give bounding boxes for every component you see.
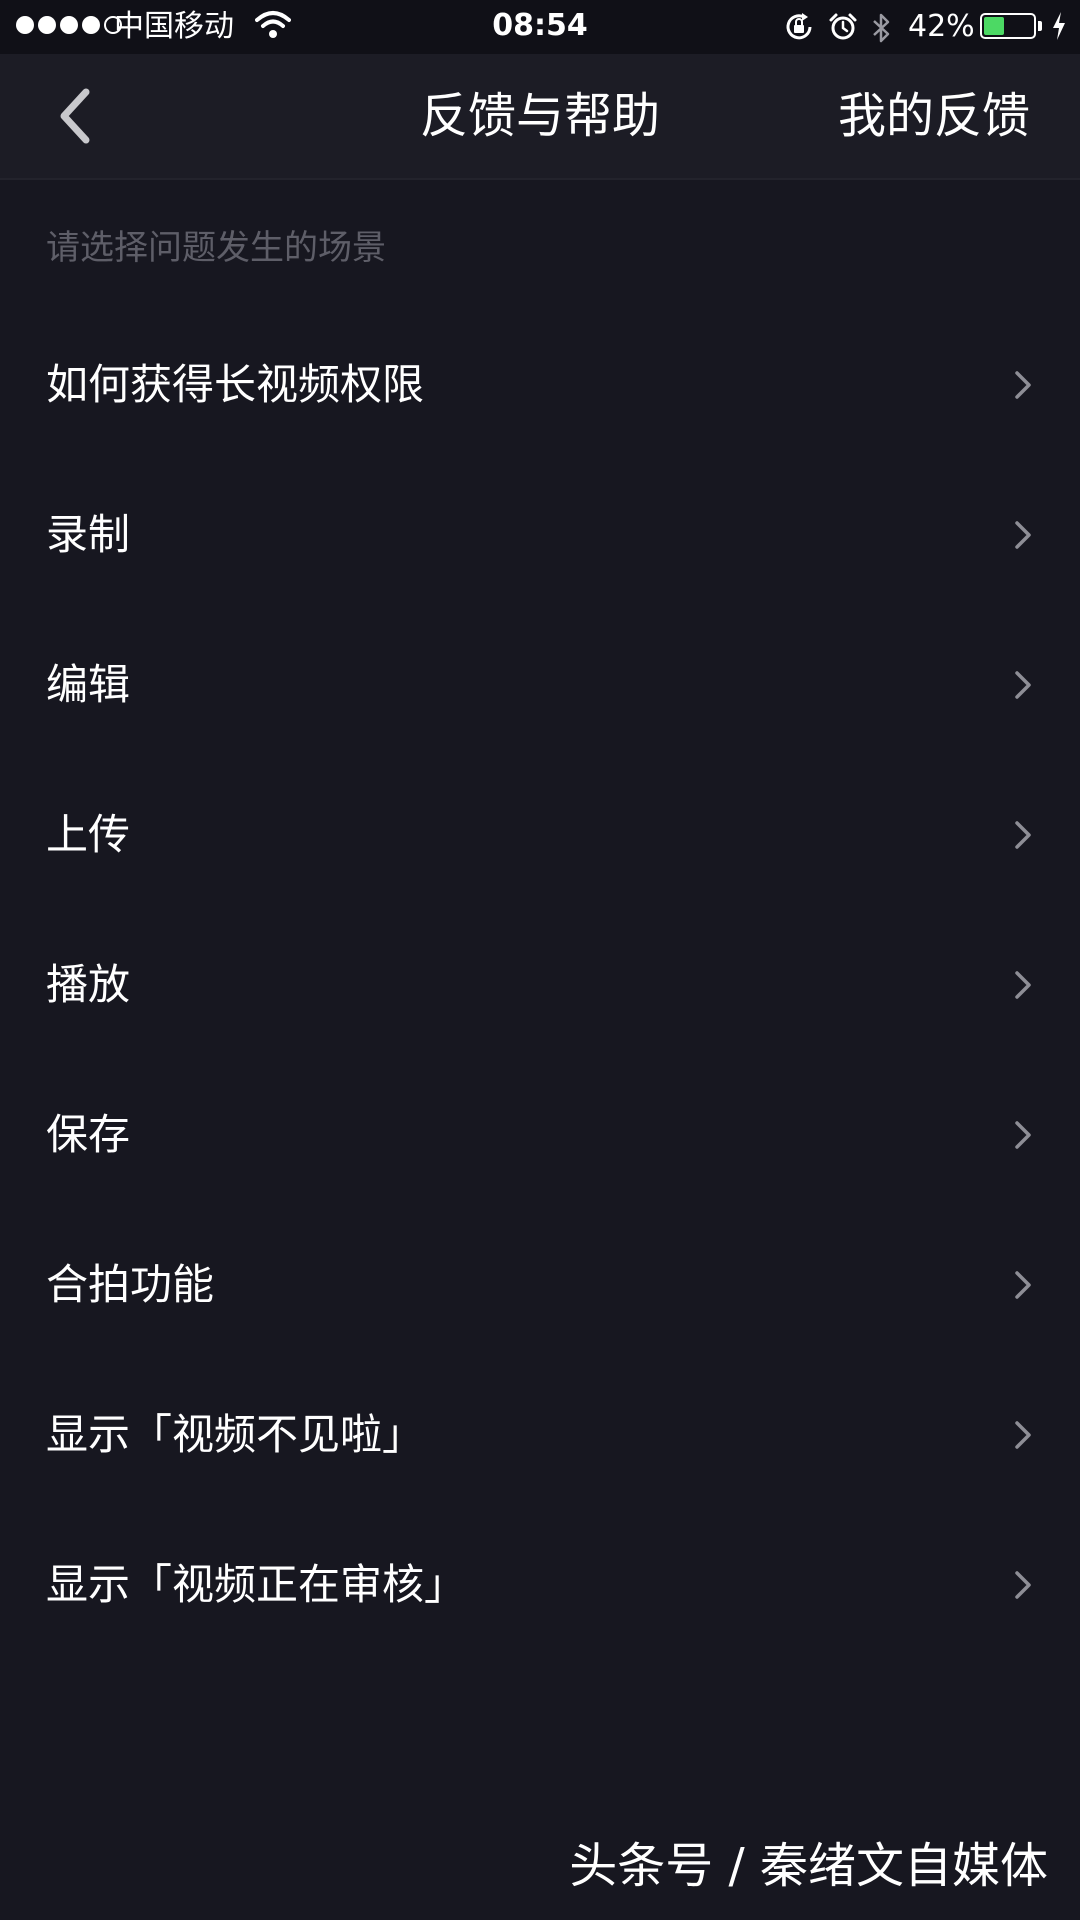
watermark: 头条号 / 秦绪文自媒体 [569, 1838, 1048, 1894]
list-item-label: 播放 [46, 960, 131, 1009]
alarm-icon [829, 13, 857, 40]
list-item-video-missing[interactable]: 显示「视频不见啦」 [0, 1360, 1080, 1510]
chevron-right-icon [1015, 821, 1031, 849]
list-item-upload[interactable]: 上传 [0, 760, 1080, 910]
list-item-record[interactable]: 录制 [0, 460, 1080, 610]
navigation-bar: 反馈与帮助 我的反馈 [0, 54, 1080, 180]
list-item-save[interactable]: 保存 [0, 1060, 1080, 1210]
list-item-label: 合拍功能 [46, 1260, 215, 1309]
section-hint: 请选择问题发生的场景 [46, 228, 386, 268]
list-item-label: 录制 [46, 510, 131, 559]
list-item-long-video-permission[interactable]: 如何获得长视频权限 [0, 310, 1080, 460]
my-feedback-button[interactable]: 我的反馈 [838, 86, 1030, 146]
chevron-right-icon [1015, 1571, 1031, 1599]
battery-cap [1038, 21, 1042, 31]
list-item-video-under-review[interactable]: 显示「视频正在审核」 [0, 1510, 1080, 1660]
chevron-right-icon [1015, 371, 1031, 399]
list-item-label: 显示「视频正在审核」 [46, 1560, 467, 1609]
list-item-label: 如何获得长视频权限 [46, 360, 425, 409]
list-item-label: 显示「视频不见啦」 [46, 1410, 425, 1459]
scenario-list: 如何获得长视频权限 录制 编辑 上传 播放 保存 合拍功能 显示「视频不见啦」 … [0, 310, 1080, 1660]
battery-icon [980, 13, 1036, 39]
rotation-lock-icon [786, 13, 812, 40]
chevron-right-icon [1015, 1271, 1031, 1299]
list-item-label: 上传 [46, 810, 131, 859]
chevron-right-icon [1015, 1121, 1031, 1149]
chevron-right-icon [1015, 971, 1031, 999]
list-item-label: 保存 [46, 1110, 131, 1159]
list-item-edit[interactable]: 编辑 [0, 610, 1080, 760]
list-item-label: 编辑 [46, 660, 131, 709]
status-bar: 中国移动 08:54 42% [0, 0, 1080, 54]
charging-icon [1053, 12, 1065, 40]
list-item-duet[interactable]: 合拍功能 [0, 1210, 1080, 1360]
chevron-right-icon [1015, 521, 1031, 549]
list-item-playback[interactable]: 播放 [0, 910, 1080, 1060]
battery-percent: 42% [908, 9, 975, 44]
bluetooth-icon [873, 13, 890, 43]
chevron-right-icon [1015, 1421, 1031, 1449]
chevron-right-icon [1015, 671, 1031, 699]
